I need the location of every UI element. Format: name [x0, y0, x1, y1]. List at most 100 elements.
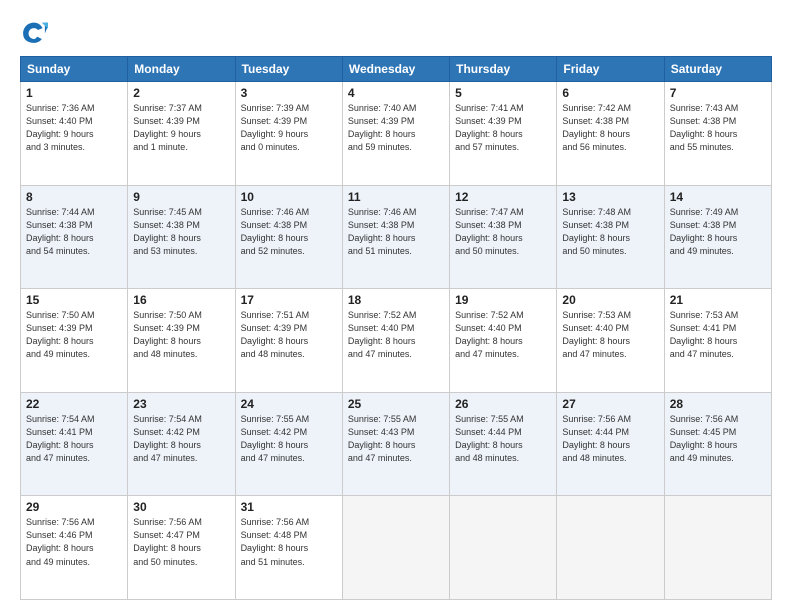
- day-info: Sunrise: 7:56 AMSunset: 4:44 PMDaylight:…: [562, 413, 658, 465]
- day-number: 15: [26, 293, 122, 307]
- day-info: Sunrise: 7:40 AMSunset: 4:39 PMDaylight:…: [348, 102, 444, 154]
- day-number: 13: [562, 190, 658, 204]
- calendar-week-4: 22 Sunrise: 7:54 AMSunset: 4:41 PMDayligh…: [21, 392, 772, 496]
- day-info: Sunrise: 7:45 AMSunset: 4:38 PMDaylight:…: [133, 206, 229, 258]
- calendar-cell: 11 Sunrise: 7:46 AMSunset: 4:38 PMDayligh…: [342, 185, 449, 289]
- day-number: 1: [26, 86, 122, 100]
- calendar-body: 1 Sunrise: 7:36 AMSunset: 4:40 PMDaylight…: [21, 82, 772, 600]
- day-info: Sunrise: 7:39 AMSunset: 4:39 PMDaylight:…: [241, 102, 337, 154]
- calendar-cell: 18 Sunrise: 7:52 AMSunset: 4:40 PMDayligh…: [342, 289, 449, 393]
- day-number: 10: [241, 190, 337, 204]
- weekday-header-saturday: Saturday: [664, 57, 771, 82]
- day-number: 9: [133, 190, 229, 204]
- calendar-cell: 30Sunrise: 7:56 AMSunset: 4:47 PMDayligh…: [128, 496, 235, 600]
- calendar-cell: 1 Sunrise: 7:36 AMSunset: 4:40 PMDaylight…: [21, 82, 128, 186]
- calendar-cell: 22 Sunrise: 7:54 AMSunset: 4:41 PMDayligh…: [21, 392, 128, 496]
- day-number: 7: [670, 86, 766, 100]
- calendar-cell: 8Sunrise: 7:44 AMSunset: 4:38 PMDaylight…: [21, 185, 128, 289]
- day-number: 23: [133, 397, 229, 411]
- day-info: Sunrise: 7:54 AMSunset: 4:41 PMDaylight:…: [26, 413, 122, 465]
- calendar-cell: 13 Sunrise: 7:48 AMSunset: 4:38 PMDayligh…: [557, 185, 664, 289]
- calendar-table: SundayMondayTuesdayWednesdayThursdayFrid…: [20, 56, 772, 600]
- day-number: 21: [670, 293, 766, 307]
- day-number: 30: [133, 500, 229, 514]
- logo-icon: [20, 18, 48, 46]
- calendar-cell: 27 Sunrise: 7:56 AMSunset: 4:44 PMDayligh…: [557, 392, 664, 496]
- day-info: Sunrise: 7:50 AMSunset: 4:39 PMDaylight:…: [26, 309, 122, 361]
- day-info: Sunrise: 7:52 AMSunset: 4:40 PMDaylight:…: [455, 309, 551, 361]
- day-number: 26: [455, 397, 551, 411]
- calendar-cell: 7 Sunrise: 7:43 AMSunset: 4:38 PMDaylight…: [664, 82, 771, 186]
- day-number: 2: [133, 86, 229, 100]
- day-number: 12: [455, 190, 551, 204]
- day-number: 3: [241, 86, 337, 100]
- calendar-cell: 25Sunrise: 7:55 AMSunset: 4:43 PMDayligh…: [342, 392, 449, 496]
- day-number: 14: [670, 190, 766, 204]
- calendar-cell: 29 Sunrise: 7:56 AMSunset: 4:46 PMDayligh…: [21, 496, 128, 600]
- day-info: Sunrise: 7:55 AMSunset: 4:43 PMDaylight:…: [348, 413, 444, 465]
- logo: [20, 18, 52, 46]
- calendar-header-row: SundayMondayTuesdayWednesdayThursdayFrid…: [21, 57, 772, 82]
- calendar-cell: 5Sunrise: 7:41 AMSunset: 4:39 PMDaylight…: [450, 82, 557, 186]
- day-number: 22: [26, 397, 122, 411]
- calendar-cell: [664, 496, 771, 600]
- calendar-cell: 20 Sunrise: 7:53 AMSunset: 4:40 PMDayligh…: [557, 289, 664, 393]
- page: SundayMondayTuesdayWednesdayThursdayFrid…: [0, 0, 792, 612]
- day-info: Sunrise: 7:56 AMSunset: 4:48 PMDaylight:…: [241, 516, 337, 568]
- calendar-cell: 6Sunrise: 7:42 AMSunset: 4:38 PMDaylight…: [557, 82, 664, 186]
- day-info: Sunrise: 7:48 AMSunset: 4:38 PMDaylight:…: [562, 206, 658, 258]
- calendar-cell: 28Sunrise: 7:56 AMSunset: 4:45 PMDayligh…: [664, 392, 771, 496]
- day-info: Sunrise: 7:44 AMSunset: 4:38 PMDaylight:…: [26, 206, 122, 258]
- calendar-cell: 4 Sunrise: 7:40 AMSunset: 4:39 PMDaylight…: [342, 82, 449, 186]
- day-info: Sunrise: 7:50 AMSunset: 4:39 PMDaylight:…: [133, 309, 229, 361]
- day-info: Sunrise: 7:42 AMSunset: 4:38 PMDaylight:…: [562, 102, 658, 154]
- weekday-header-monday: Monday: [128, 57, 235, 82]
- day-number: 20: [562, 293, 658, 307]
- calendar-cell: 15 Sunrise: 7:50 AMSunset: 4:39 PMDayligh…: [21, 289, 128, 393]
- weekday-header-sunday: Sunday: [21, 57, 128, 82]
- day-info: Sunrise: 7:47 AMSunset: 4:38 PMDaylight:…: [455, 206, 551, 258]
- day-number: 29: [26, 500, 122, 514]
- day-info: Sunrise: 7:51 AMSunset: 4:39 PMDaylight:…: [241, 309, 337, 361]
- calendar-cell: 21Sunrise: 7:53 AMSunset: 4:41 PMDayligh…: [664, 289, 771, 393]
- calendar-cell: 24Sunrise: 7:55 AMSunset: 4:42 PMDayligh…: [235, 392, 342, 496]
- day-info: Sunrise: 7:46 AMSunset: 4:38 PMDaylight:…: [348, 206, 444, 258]
- day-info: Sunrise: 7:52 AMSunset: 4:40 PMDaylight:…: [348, 309, 444, 361]
- day-info: Sunrise: 7:56 AMSunset: 4:46 PMDaylight:…: [26, 516, 122, 568]
- day-number: 16: [133, 293, 229, 307]
- calendar-cell: [450, 496, 557, 600]
- day-number: 24: [241, 397, 337, 411]
- weekday-header-tuesday: Tuesday: [235, 57, 342, 82]
- day-info: Sunrise: 7:55 AMSunset: 4:44 PMDaylight:…: [455, 413, 551, 465]
- day-number: 4: [348, 86, 444, 100]
- day-info: Sunrise: 7:43 AMSunset: 4:38 PMDaylight:…: [670, 102, 766, 154]
- calendar-cell: 2 Sunrise: 7:37 AMSunset: 4:39 PMDaylight…: [128, 82, 235, 186]
- day-info: Sunrise: 7:37 AMSunset: 4:39 PMDaylight:…: [133, 102, 229, 154]
- weekday-header-friday: Friday: [557, 57, 664, 82]
- day-number: 31: [241, 500, 337, 514]
- day-info: Sunrise: 7:46 AMSunset: 4:38 PMDaylight:…: [241, 206, 337, 258]
- day-number: 27: [562, 397, 658, 411]
- day-info: Sunrise: 7:54 AMSunset: 4:42 PMDaylight:…: [133, 413, 229, 465]
- header: [20, 18, 772, 46]
- day-number: 18: [348, 293, 444, 307]
- calendar-cell: 16 Sunrise: 7:50 AMSunset: 4:39 PMDayligh…: [128, 289, 235, 393]
- calendar-cell: 26 Sunrise: 7:55 AMSunset: 4:44 PMDayligh…: [450, 392, 557, 496]
- day-number: 17: [241, 293, 337, 307]
- calendar-cell: 23 Sunrise: 7:54 AMSunset: 4:42 PMDayligh…: [128, 392, 235, 496]
- weekday-header-wednesday: Wednesday: [342, 57, 449, 82]
- calendar-cell: [342, 496, 449, 600]
- day-info: Sunrise: 7:53 AMSunset: 4:40 PMDaylight:…: [562, 309, 658, 361]
- calendar-week-1: 1 Sunrise: 7:36 AMSunset: 4:40 PMDaylight…: [21, 82, 772, 186]
- day-info: Sunrise: 7:56 AMSunset: 4:45 PMDaylight:…: [670, 413, 766, 465]
- calendar-cell: 10 Sunrise: 7:46 AMSunset: 4:38 PMDayligh…: [235, 185, 342, 289]
- calendar-cell: 12 Sunrise: 7:47 AMSunset: 4:38 PMDayligh…: [450, 185, 557, 289]
- weekday-header-thursday: Thursday: [450, 57, 557, 82]
- calendar-week-3: 15 Sunrise: 7:50 AMSunset: 4:39 PMDayligh…: [21, 289, 772, 393]
- day-number: 19: [455, 293, 551, 307]
- day-info: Sunrise: 7:36 AMSunset: 4:40 PMDaylight:…: [26, 102, 122, 154]
- calendar-week-5: 29 Sunrise: 7:56 AMSunset: 4:46 PMDayligh…: [21, 496, 772, 600]
- day-info: Sunrise: 7:41 AMSunset: 4:39 PMDaylight:…: [455, 102, 551, 154]
- calendar-cell: 17 Sunrise: 7:51 AMSunset: 4:39 PMDayligh…: [235, 289, 342, 393]
- day-number: 11: [348, 190, 444, 204]
